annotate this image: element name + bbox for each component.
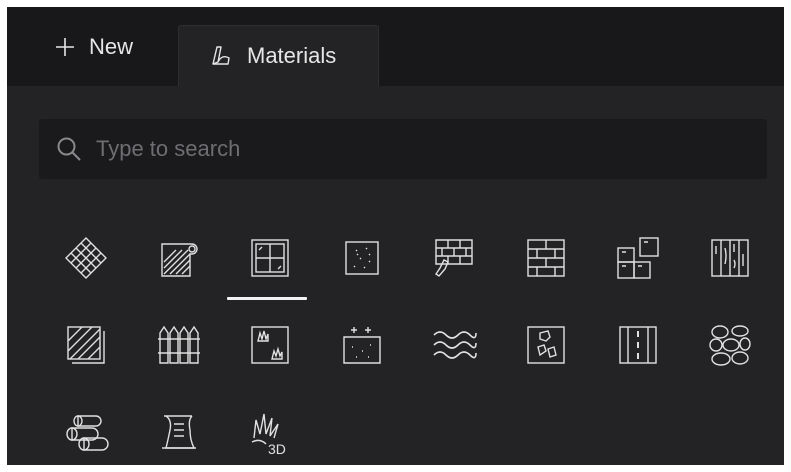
category-scroll[interactable] <box>148 402 208 462</box>
water-waves-icon <box>433 331 477 359</box>
category-grass-frame[interactable] <box>240 315 300 375</box>
speckled-tile-icon <box>345 241 379 275</box>
category-fabric-rolls[interactable] <box>56 402 116 462</box>
wood-planks-icon <box>711 239 749 277</box>
road-icon <box>619 326 657 364</box>
material-category-grid: 3D <box>7 7 784 465</box>
hatched-layers-icon <box>67 326 105 364</box>
category-roll[interactable] <box>148 228 208 288</box>
category-stone-paving[interactable] <box>516 315 576 375</box>
stone-paving-icon <box>527 326 565 364</box>
grass-3d-label: 3D <box>268 441 286 456</box>
sparkle-ground-icon <box>343 327 381 364</box>
picket-fence-icon <box>158 325 200 364</box>
category-cobblestone[interactable] <box>700 315 760 375</box>
fabric-rolls-icon <box>66 415 109 451</box>
grass-frame-icon <box>251 326 289 364</box>
category-speckled-tile[interactable] <box>332 228 392 288</box>
category-hatched-layers[interactable] <box>56 315 116 375</box>
category-brick-trowel[interactable] <box>424 228 484 288</box>
cobblestone-icon <box>709 325 751 366</box>
category-sparkle-ground[interactable] <box>332 315 392 375</box>
scroll-icon <box>162 415 196 449</box>
category-tile-window[interactable] <box>240 228 300 288</box>
category-grass-3d[interactable]: 3D <box>240 402 300 462</box>
category-brick-wall[interactable] <box>516 228 576 288</box>
roll-icon <box>161 243 198 277</box>
category-road[interactable] <box>608 315 668 375</box>
grass-3d-icon: 3D <box>251 413 286 456</box>
diamond-lattice-icon <box>65 237 107 279</box>
square-tiles-icon <box>617 237 659 279</box>
brick-trowel-icon <box>435 239 473 277</box>
selected-category-indicator <box>227 297 307 300</box>
category-picket-fence[interactable] <box>148 315 208 375</box>
category-wood-planks[interactable] <box>700 228 760 288</box>
category-diamond-lattice[interactable] <box>56 228 116 288</box>
category-square-tiles[interactable] <box>608 228 668 288</box>
category-water-waves[interactable] <box>424 315 484 375</box>
tile-window-icon <box>251 239 289 277</box>
brick-wall-icon <box>527 239 565 277</box>
material-panel: New Materials Type to search 3D <box>7 7 784 465</box>
